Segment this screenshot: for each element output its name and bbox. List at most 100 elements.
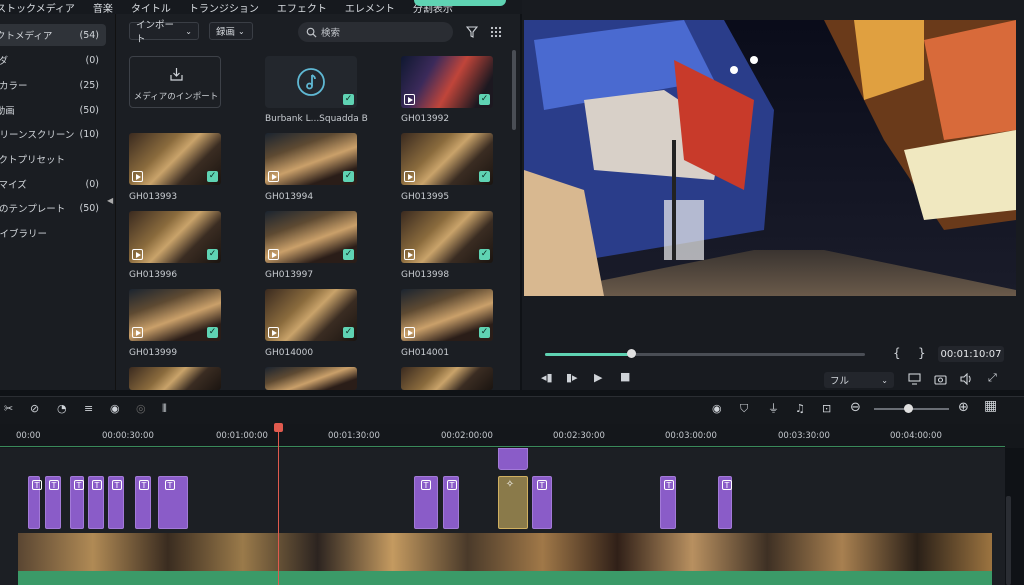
- video-clip-icon: [132, 171, 143, 182]
- menu-titles[interactable]: タイトル: [131, 0, 171, 15]
- media-item-thumbnail[interactable]: ✓: [401, 56, 493, 108]
- speed-icon[interactable]: ◔: [57, 403, 67, 415]
- sidebar-item-project-media[interactable]: プロジェクトメディア (54): [0, 24, 106, 46]
- play-icon[interactable]: ▶: [594, 372, 602, 384]
- zoom-in-icon[interactable]: ⊕: [958, 401, 969, 414]
- title-icon: T: [664, 480, 674, 490]
- microphone-icon[interactable]: ⏚: [768, 403, 779, 415]
- sidebar-item-sample-video[interactable]: サンプル動画 (50): [0, 99, 106, 121]
- media-item-audio[interactable]: ✓: [265, 56, 357, 108]
- collapse-sidebar-icon[interactable]: ◀: [107, 196, 113, 205]
- waveform-icon[interactable]: ⦀: [162, 403, 167, 415]
- title-icon: T: [421, 480, 431, 490]
- import-media-tile[interactable]: メディアのインポート: [129, 56, 221, 108]
- fullscreen-icon[interactable]: ⤢: [988, 372, 997, 384]
- sidebar-item-label: プロジェクトメディア: [0, 31, 53, 42]
- sidebar-item-color[interactable]: カラー (25): [0, 74, 106, 96]
- title-clip[interactable]: T: [718, 476, 732, 529]
- title-clip[interactable]: T: [45, 476, 61, 529]
- preview-quality-dropdown[interactable]: フル ⌄: [824, 372, 894, 388]
- title-clip[interactable]: T: [135, 476, 151, 529]
- mark-out-icon[interactable]: }: [918, 347, 926, 359]
- video-track-clips[interactable]: [18, 533, 992, 571]
- media-item-thumbnail[interactable]: [265, 367, 357, 390]
- menu-transitions[interactable]: トランジション: [189, 0, 259, 15]
- title-clip[interactable]: T: [88, 476, 104, 529]
- playhead-handle[interactable]: [274, 423, 283, 432]
- stop-icon[interactable]: ■: [620, 371, 630, 383]
- sidebar-item-video-templates[interactable]: 動画のテンプレート (50): [0, 197, 106, 219]
- title-clip[interactable]: T: [28, 476, 42, 529]
- menu-elements[interactable]: エレメント: [345, 0, 395, 15]
- media-item-thumbnail[interactable]: ✓: [401, 211, 493, 263]
- timeline-zoom-handle[interactable]: [904, 404, 913, 413]
- tag-icon[interactable]: ⊘: [30, 403, 39, 415]
- timeline-vertical-scrollbar[interactable]: [1006, 496, 1011, 585]
- menu-audio[interactable]: 音楽: [93, 0, 113, 15]
- layout-icon[interactable]: ▦: [984, 399, 997, 413]
- adjust-icon[interactable]: ≡: [84, 403, 93, 415]
- zoom-out-icon[interactable]: ⊖: [850, 401, 861, 414]
- playback-progress-handle[interactable]: [627, 349, 636, 358]
- media-item-thumbnail[interactable]: ✓: [265, 211, 357, 263]
- chevron-down-icon: ⌄: [238, 26, 245, 36]
- snapshot-icon[interactable]: [934, 373, 947, 388]
- media-item-thumbnail[interactable]: ✓: [129, 133, 221, 185]
- title-clip[interactable]: T: [660, 476, 676, 529]
- chevron-down-icon: ⌄: [185, 26, 192, 36]
- volume-icon[interactable]: [960, 372, 973, 388]
- title-clip[interactable]: T: [70, 476, 84, 529]
- media-item-thumbnail[interactable]: ✓: [401, 289, 493, 341]
- import-dropdown[interactable]: インポート ⌄: [129, 20, 199, 45]
- ruler-label: 00:03:30:00: [778, 431, 830, 441]
- export-button[interactable]: [414, 0, 506, 6]
- ai-icon[interactable]: ◎: [136, 403, 146, 415]
- record-dropdown[interactable]: 録画 ⌄: [209, 22, 253, 40]
- audio-track[interactable]: [18, 571, 992, 585]
- media-item-thumbnail[interactable]: [129, 367, 221, 390]
- scissors-icon[interactable]: ✂: [4, 403, 13, 415]
- title-icon: T: [74, 480, 84, 490]
- audio-wave-icon[interactable]: ◉: [110, 403, 120, 415]
- previous-frame-icon[interactable]: ◂▮: [541, 372, 553, 384]
- title-clip[interactable]: T: [443, 476, 459, 529]
- media-item-thumbnail[interactable]: ✓: [265, 133, 357, 185]
- grid-view-icon[interactable]: [490, 26, 502, 41]
- media-item-thumbnail[interactable]: ✓: [129, 211, 221, 263]
- media-item-thumbnail[interactable]: ✓: [401, 133, 493, 185]
- search-icon: [306, 27, 317, 38]
- filter-icon[interactable]: [465, 26, 479, 41]
- render-icon[interactable]: ◉: [712, 403, 722, 415]
- play-frame-icon[interactable]: ▮▸: [566, 372, 578, 384]
- video-clip-icon: [404, 327, 415, 338]
- sidebar-item-label: ライブラリー: [0, 229, 48, 240]
- effect-clip-selected[interactable]: ✧: [498, 476, 528, 529]
- media-item-thumbnail[interactable]: [401, 367, 493, 390]
- split-screen-icon[interactable]: ⊡: [822, 403, 831, 415]
- media-item-thumbnail[interactable]: ✓: [129, 289, 221, 341]
- title-icon: T: [447, 480, 457, 490]
- monitor-icon[interactable]: [908, 373, 921, 388]
- sidebar-item-library[interactable]: ライブラリー: [0, 222, 106, 244]
- sidebar-item-effect-presets[interactable]: エフェクトプリセット: [0, 148, 106, 170]
- checkmark-icon: ✓: [479, 171, 490, 182]
- menu-effects[interactable]: エフェクト: [277, 0, 327, 15]
- video-clip-icon: [268, 171, 279, 182]
- effect-clip[interactable]: [498, 448, 528, 470]
- checkmark-icon: ✓: [207, 249, 218, 260]
- title-clip[interactable]: T: [108, 476, 124, 529]
- title-clip[interactable]: T: [158, 476, 188, 529]
- search-input[interactable]: 検索: [298, 22, 453, 42]
- media-scrollbar[interactable]: [512, 50, 516, 130]
- media-item-thumbnail[interactable]: ✓: [265, 289, 357, 341]
- ruler-label: 00:03:00:00: [665, 431, 717, 441]
- shield-icon[interactable]: ⛉: [740, 403, 748, 415]
- music-list-icon[interactable]: ♫: [795, 403, 805, 415]
- sidebar-item-green-screen[interactable]: グリーンスクリーン (10): [0, 123, 106, 145]
- mark-in-icon[interactable]: {: [893, 347, 901, 359]
- title-clip[interactable]: T: [414, 476, 438, 529]
- title-clip[interactable]: T: [532, 476, 552, 529]
- sidebar-item-folder[interactable]: フォルダ (0): [0, 49, 106, 71]
- sidebar-item-customize[interactable]: カスタマイズ (0): [0, 173, 106, 195]
- menu-stock-media[interactable]: ストックメディア: [0, 0, 75, 15]
